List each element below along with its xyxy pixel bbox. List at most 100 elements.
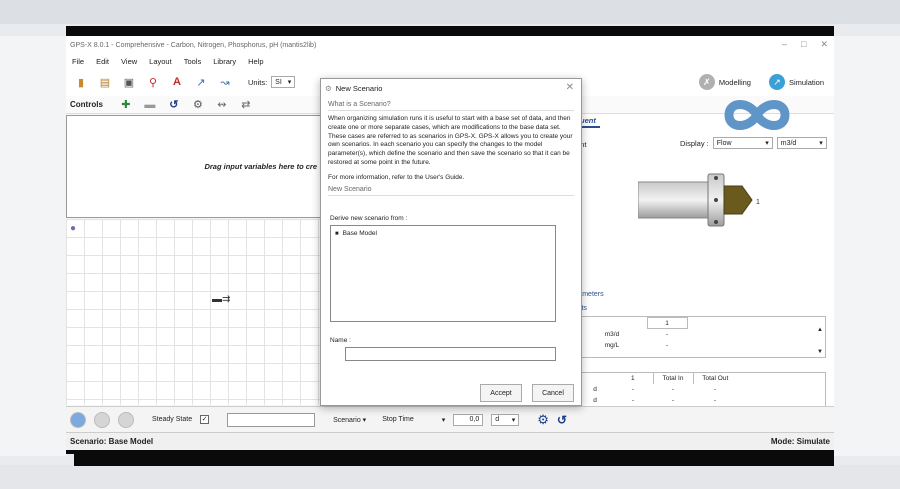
scroll-down-icon[interactable]: ▼ — [817, 349, 823, 355]
object-panel: uent ent Display : Flow ▾ m3/d ▾ — [576, 114, 834, 426]
stop-button[interactable] — [118, 411, 134, 428]
drop-hint: Drag input variables here to cre — [204, 162, 317, 171]
maximize-icon[interactable]: □ — [801, 39, 806, 50]
remove-control-icon[interactable]: ▬ — [143, 98, 157, 112]
window-controls: – □ ✕ — [782, 39, 828, 50]
infinity-logo — [724, 100, 790, 130]
pipe-label: 1 — [756, 199, 760, 206]
background-panel-left — [0, 36, 66, 456]
table-header: Total In — [653, 373, 694, 384]
scenario-menu[interactable]: Scenario ▾ — [333, 416, 366, 424]
new-file-icon[interactable]: ▮ — [74, 75, 88, 89]
menu-tools[interactable]: Tools — [184, 57, 202, 66]
chevron-down-icon: ▾ — [765, 140, 769, 147]
play-button[interactable] — [70, 411, 86, 428]
list-item[interactable]: ■ Base Model — [331, 226, 555, 241]
row-value: - — [665, 341, 669, 349]
simulation-control-bar: Steady State ✓ Scenario ▾ Stop Time ▾ 0,… — [66, 406, 834, 432]
line-chart-icon[interactable]: ↗ — [194, 75, 208, 89]
stop-time-input[interactable]: 0,0 — [453, 413, 484, 426]
bullet-icon: ■ — [335, 230, 339, 237]
menu-layout[interactable]: Layout — [149, 57, 172, 66]
close-icon[interactable]: ✕ — [820, 39, 828, 50]
mode-switch: ✗ Modelling ↗ Simulation — [695, 72, 828, 92]
save-icon[interactable]: ▣ — [122, 75, 136, 89]
new-scenario-dialog: ⚙ New Scenario ✕ What is a Scenario? Whe… — [320, 78, 582, 406]
dialog-title: New Scenario — [335, 83, 383, 93]
cell: - — [671, 397, 675, 404]
pause-button[interactable] — [94, 411, 110, 428]
results-table: 1 m3/d - mg/L - ▲ ▼ — [576, 316, 826, 358]
minimize-icon[interactable]: – — [782, 39, 787, 50]
search-icon[interactable]: ⚲ — [146, 75, 160, 89]
table-header: 1 — [613, 373, 654, 384]
undo-icon[interactable]: ↺ — [167, 98, 181, 112]
modelling-button[interactable]: ✗ Modelling — [695, 72, 755, 92]
area-chart-icon[interactable]: ↝ — [218, 75, 232, 89]
row-unit: d — [593, 386, 597, 393]
units-control: Units: SI ▾ — [248, 76, 296, 88]
stop-time-unit: d — [495, 416, 500, 423]
stop-time-unit-select[interactable]: d ▾ — [491, 413, 520, 426]
menu-bar: File Edit View Layout Tools Library Help — [66, 54, 834, 68]
base-scenario-list[interactable]: ■ Base Model — [330, 225, 556, 322]
layout-canvas[interactable]: ● ▬⇉ — [66, 219, 322, 405]
add-control-icon[interactable]: ✚ — [119, 98, 133, 112]
dialog-section-new: New Scenario — [328, 186, 372, 194]
menu-file[interactable]: File — [72, 57, 84, 66]
table-row: d--- — [577, 395, 737, 406]
simulation-button[interactable]: ↗ Simulation — [765, 72, 828, 92]
row-unit: m3/d — [604, 330, 620, 338]
accept-button[interactable]: Accept — [480, 384, 522, 402]
slider-icon[interactable]: ↭ — [215, 98, 229, 112]
display-unit-select[interactable]: m3/d ▾ — [776, 137, 827, 149]
video-border-top — [66, 26, 834, 36]
background-panel-right — [834, 36, 900, 456]
chevron-down-icon: ▾ — [511, 416, 516, 424]
gear-icon[interactable]: ⚙ — [537, 412, 549, 428]
background-bar-top — [0, 0, 900, 24]
stop-time-label: Stop Time — [382, 416, 414, 423]
chevron-down-icon: ▾ — [287, 79, 292, 86]
display-unit-value: m3/d — [780, 139, 797, 147]
controls-drop-zone[interactable]: Drag input variables here to cre — [66, 115, 322, 218]
reset-icon[interactable]: ↺ — [557, 413, 567, 427]
units-select[interactable]: SI ▾ — [271, 76, 296, 88]
steady-state-checkbox[interactable]: ✓ — [200, 415, 210, 424]
units-value: SI — [275, 78, 282, 86]
menu-help[interactable]: Help — [248, 57, 263, 66]
video-caption-strip — [74, 454, 834, 466]
display-select[interactable]: Flow ▾ — [712, 137, 773, 149]
name-input[interactable] — [345, 347, 556, 361]
scroll-up-icon[interactable]: ▲ — [817, 327, 823, 333]
chevron-down-icon: ▾ — [819, 140, 823, 147]
row-value: - — [665, 330, 669, 338]
video-border-bottom — [66, 450, 834, 454]
influent-object-icon[interactable]: ▬⇉ — [212, 294, 230, 305]
menu-edit[interactable]: Edit — [96, 57, 109, 66]
cell: - — [631, 397, 635, 404]
menu-view[interactable]: View — [121, 57, 137, 66]
dialog-divider — [328, 195, 574, 197]
dialog-app-icon: ⚙ — [325, 83, 332, 93]
stop-time-dropdown-icon[interactable]: ▾ — [442, 416, 446, 424]
cell: - — [631, 386, 635, 393]
controls-label: Controls — [70, 100, 103, 109]
status-bar: Scenario: Base Model Mode: Simulate — [66, 432, 834, 450]
display-controls: Display : Flow ▾ m3/d ▾ — [680, 137, 827, 149]
menu-library[interactable]: Library — [213, 57, 236, 66]
display-label: Display : — [680, 138, 709, 148]
steady-state-label: Steady State — [152, 416, 193, 423]
cancel-button[interactable]: Cancel — [532, 384, 574, 402]
swap-icon[interactable]: ⇄ — [239, 98, 253, 112]
derive-label: Derive new scenario from : — [330, 215, 408, 222]
dialog-close-icon[interactable]: ✕ — [566, 82, 574, 93]
gear-icon[interactable]: ⚙ — [191, 98, 205, 112]
open-folder-icon[interactable]: ▤ — [98, 75, 112, 89]
influent-pipe-graphic: 1 — [638, 173, 760, 227]
dialog-paragraph-2: For more information, refer to the User'… — [328, 173, 465, 181]
cell: - — [671, 386, 675, 393]
row-unit: mg/L — [604, 341, 620, 349]
location-pin-icon: ● — [70, 223, 77, 234]
text-color-icon[interactable]: A — [170, 75, 184, 89]
